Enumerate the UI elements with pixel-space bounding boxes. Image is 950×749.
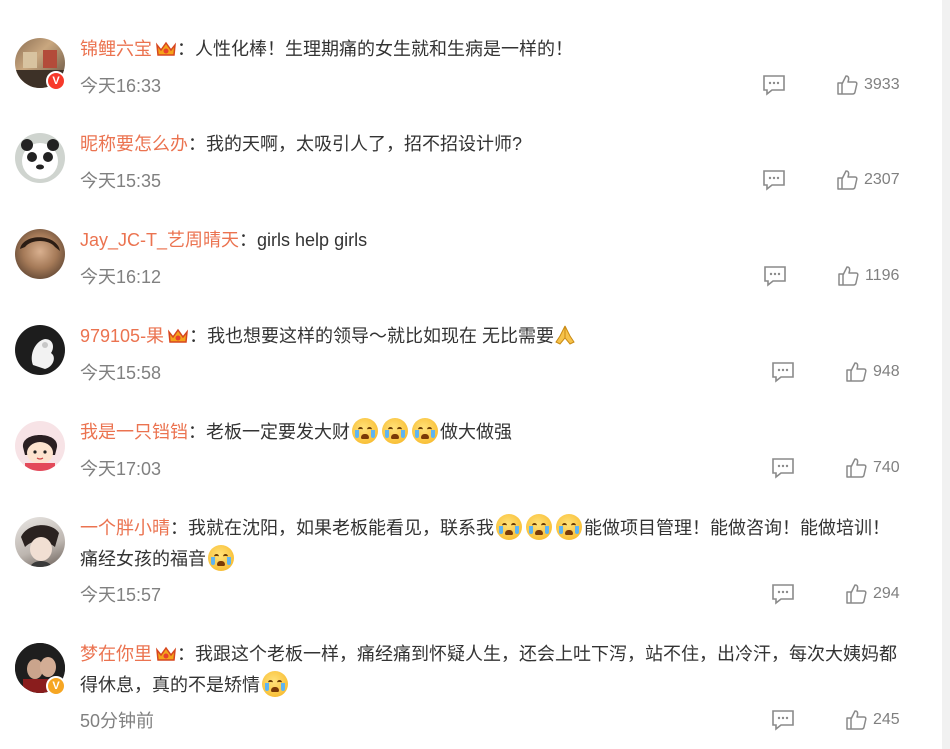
comment-text: girls help girls bbox=[257, 230, 368, 250]
folded-hands-icon bbox=[555, 325, 575, 345]
avatar[interactable] bbox=[15, 421, 65, 471]
like-button[interactable]: 948 bbox=[845, 361, 900, 383]
verified-badge-icon: V bbox=[46, 676, 66, 696]
separator: ： bbox=[189, 326, 208, 346]
thumbs-up-icon bbox=[846, 584, 867, 604]
user-name-link[interactable]: 昵称要怎么办 bbox=[80, 134, 188, 154]
crying-emoji-icon bbox=[382, 418, 408, 444]
like-button[interactable]: 2307 bbox=[836, 169, 900, 191]
user-name-link[interactable]: Jay_JC-T_艺周晴天 bbox=[80, 230, 239, 250]
comment-time: 50分钟前 bbox=[80, 711, 155, 731]
avatar-image bbox=[22, 435, 58, 471]
separator: ： bbox=[170, 518, 188, 538]
comment-item: V 梦在你里 ：我跟这个老板一样，痛经痛到怀疑人生，还会上吐下泻，站不住，出冷汗，… bbox=[0, 643, 940, 743]
comment-content: 梦在你里 ：我跟这个老板一样，痛经痛到怀疑人生，还会上吐下泻，站不住，出冷汗，每次… bbox=[80, 639, 905, 701]
verified-badge-icon: V bbox=[46, 71, 66, 91]
comment-item: 昵称要怎么办：我的天啊，太吸引人了，招不招设计师? 今天15:35 2307 bbox=[0, 133, 940, 203]
like-count: 3933 bbox=[864, 76, 900, 93]
reply-icon[interactable] bbox=[762, 169, 786, 191]
like-button[interactable]: 1196 bbox=[837, 265, 899, 287]
like-count: 2307 bbox=[864, 171, 900, 188]
comment-item: V 锦鲤六宝 ：人性化棒！生理期痛的女生就和生病是一样的！ 今天16:33 393… bbox=[0, 38, 940, 108]
user-name-link[interactable]: 我是一只铛铛 bbox=[80, 422, 188, 442]
user-name-link[interactable]: 一个胖小晴 bbox=[80, 518, 170, 538]
avatar-image bbox=[20, 237, 60, 251]
comment-content: 昵称要怎么办：我的天啊，太吸引人了，招不招设计师? bbox=[80, 129, 905, 160]
separator: ： bbox=[177, 39, 195, 59]
like-count: 294 bbox=[873, 585, 900, 602]
separator: ： bbox=[188, 134, 206, 154]
avatar-image bbox=[21, 525, 59, 567]
like-button[interactable]: 3933 bbox=[836, 74, 900, 96]
crown-icon bbox=[156, 646, 176, 661]
comment-time: 今天15:35 bbox=[80, 171, 162, 191]
comment-time: 今天16:12 bbox=[80, 267, 162, 287]
reply-icon[interactable] bbox=[762, 74, 786, 96]
laugh-crying-emoji-icon bbox=[208, 545, 234, 571]
reply-icon[interactable] bbox=[771, 361, 795, 383]
comment-text: 人性化棒！生理期痛的女生就和生病是一样的！ bbox=[195, 39, 573, 59]
user-name-link[interactable]: 锦鲤六宝 bbox=[80, 39, 152, 59]
separator: ： bbox=[188, 422, 206, 442]
comment-content: Jay_JC-T_艺周晴天：girls help girls bbox=[80, 225, 905, 256]
comment-item: 我是一只铛铛：老板一定要发大财 做大做强 今天17:03 740 bbox=[0, 418, 940, 491]
comment-content: 我是一只铛铛：老板一定要发大财 做大做强 bbox=[80, 417, 905, 448]
comment-time: 今天17:03 bbox=[80, 459, 162, 479]
thumbs-up-icon bbox=[837, 75, 858, 95]
comment-text: 我的天啊，太吸引人了，招不招设计师? bbox=[206, 134, 523, 154]
reply-icon[interactable] bbox=[771, 583, 795, 605]
like-count: 245 bbox=[873, 711, 900, 728]
comment-text-suffix: 做大做强 bbox=[440, 422, 512, 442]
thumbs-up-icon bbox=[846, 458, 867, 478]
crying-emoji-icon bbox=[262, 671, 288, 697]
reply-icon[interactable] bbox=[771, 457, 795, 479]
comment-content: 一个胖小晴：我就在沈阳，如果老板能看见，联系我 能做项目管理！能做咨询！能做培训！… bbox=[80, 513, 905, 575]
user-name-link[interactable]: 979105-果 bbox=[80, 326, 164, 346]
thumbs-up-icon bbox=[837, 170, 858, 190]
comment-text: 我跟这个老板一样，痛经痛到怀疑人生，还会上吐下泻，站不住，出冷汗，每次大姨妈都得… bbox=[80, 644, 897, 695]
crying-emoji-icon bbox=[496, 514, 522, 540]
comment-item: 一个胖小晴：我就在沈阳，如果老板能看见，联系我 能做项目管理！能做咨询！能做培训！… bbox=[0, 514, 940, 617]
comment-time: 今天16:33 bbox=[80, 76, 162, 96]
like-count: 740 bbox=[873, 459, 900, 476]
crown-icon bbox=[156, 41, 176, 56]
separator: ： bbox=[239, 230, 258, 250]
comment-text: 老板一定要发大财 bbox=[206, 422, 350, 442]
comment-item: 979105-果 ：我也想要这样的领导～就比如现在 无比需要 今天15:58 94… bbox=[0, 325, 940, 395]
crying-emoji-icon bbox=[556, 514, 582, 540]
avatar[interactable] bbox=[15, 229, 65, 279]
comment-item: Jay_JC-T_艺周晴天：girls help girls 今天16:12 1… bbox=[0, 229, 940, 299]
comment-time: 今天15:58 bbox=[80, 363, 162, 383]
comment-content: 979105-果 ：我也想要这样的领导～就比如现在 无比需要 bbox=[80, 321, 905, 352]
thumbs-up-icon bbox=[838, 266, 859, 286]
crying-emoji-icon bbox=[526, 514, 552, 540]
separator: ： bbox=[177, 644, 195, 664]
avatar[interactable] bbox=[15, 325, 65, 375]
avatar-image bbox=[21, 139, 59, 179]
reply-icon[interactable] bbox=[763, 265, 787, 287]
thumbs-up-icon bbox=[846, 710, 867, 730]
like-count: 1196 bbox=[865, 267, 900, 284]
thumbs-up-icon bbox=[846, 362, 867, 382]
reply-icon[interactable] bbox=[771, 709, 795, 731]
crying-emoji-icon bbox=[412, 418, 438, 444]
comment-content: 锦鲤六宝 ：人性化棒！生理期痛的女生就和生病是一样的！ bbox=[80, 34, 905, 65]
like-button[interactable]: 245 bbox=[845, 709, 900, 731]
user-name-link[interactable]: 梦在你里 bbox=[80, 644, 152, 664]
page-scrollbar[interactable] bbox=[942, 0, 950, 749]
comment-time: 今天15:57 bbox=[80, 585, 162, 605]
like-button[interactable]: 740 bbox=[845, 457, 900, 479]
comment-text: 我也想要这样的领导～就比如现在 无比需要 bbox=[207, 326, 555, 346]
avatar[interactable] bbox=[15, 517, 65, 567]
like-button[interactable]: 294 bbox=[845, 583, 900, 605]
like-count: 948 bbox=[873, 363, 900, 380]
comment-text: 我就在沈阳，如果老板能看见，联系我 bbox=[188, 518, 494, 538]
crown-icon bbox=[168, 328, 189, 343]
avatar[interactable] bbox=[15, 133, 65, 183]
crying-emoji-icon bbox=[352, 418, 378, 444]
avatar-image bbox=[31, 339, 54, 369]
